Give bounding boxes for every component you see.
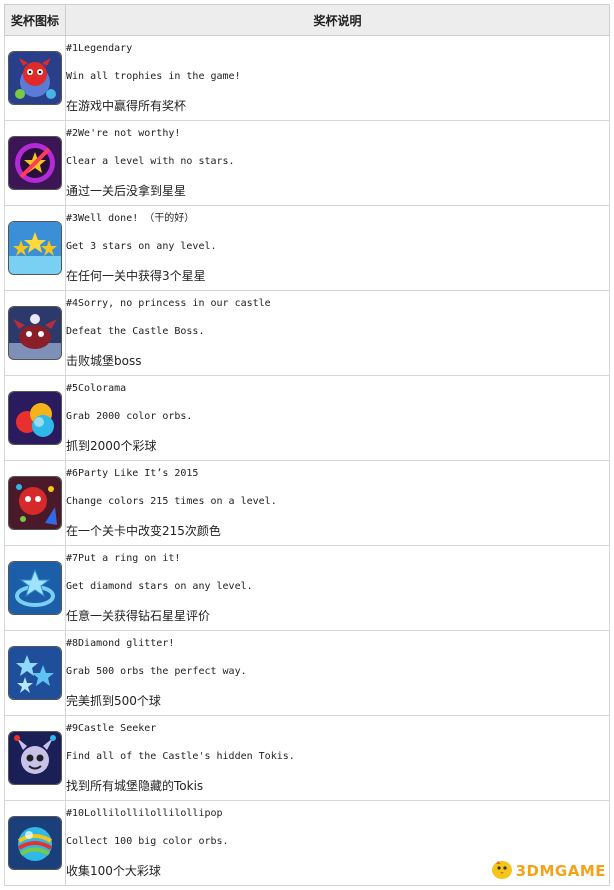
trophy-description-cn: 通过一关后没拿到星星 <box>66 184 187 198</box>
table-row: #6Party Like It’s 2015 Change colors 215… <box>4 460 610 546</box>
trophy-table: 奖杯图标 奖杯说明 #1Legendary Win all trophies i… <box>4 4 610 886</box>
trophy-desc-cell: #1Legendary Win all trophies in the game… <box>65 35 610 121</box>
trophy-title: #7Put a ring on it! <box>66 553 181 564</box>
trophy-description-cn: 在游戏中赢得所有奖杯 <box>66 99 187 113</box>
trophy-icon-cell <box>4 545 66 631</box>
trophy-desc-cell: #7Put a ring on it! Get diamond stars on… <box>65 545 610 631</box>
table-row: #9Castle Seeker Find all of the Castle's… <box>4 715 610 801</box>
three-stars-icon <box>8 221 62 275</box>
trophy-description-en: Defeat the Castle Boss. <box>66 326 205 337</box>
trophy-icon-cell <box>4 35 66 121</box>
trophy-title: #5Colorama <box>66 383 127 394</box>
table-row: #7Put a ring on it! Get diamond stars on… <box>4 545 610 631</box>
trophy-icon-cell <box>4 460 66 546</box>
no-star-icon <box>8 136 62 190</box>
trophy-title: #6Party Like It’s 2015 <box>66 468 199 479</box>
diamond-ring-icon <box>8 561 62 615</box>
table-row: #8Diamond glitter! Grab 500 orbs the per… <box>4 630 610 716</box>
party-icon <box>8 476 62 530</box>
trophy-title: #4Sorry, no princess in our castle <box>66 298 271 309</box>
trophy-desc-cell: #5Colorama Grab 2000 color orbs. 抓到2000个… <box>65 375 610 461</box>
trophy-description-cn: 在一个关卡中改变215次颜色 <box>66 524 221 538</box>
trophy-title: #9Castle Seeker <box>66 723 157 734</box>
trophy-description-en: Collect 100 big color orbs. <box>66 836 229 847</box>
trophy-desc-cell: #6Party Like It’s 2015 Change colors 215… <box>65 460 610 546</box>
castle-boss-icon <box>8 306 62 360</box>
trophy-icon-cell <box>4 715 66 801</box>
toki-creature-icon <box>8 731 62 785</box>
table-row: #4Sorry, no princess in our castle Defea… <box>4 290 610 376</box>
trophy-icon-cell <box>4 630 66 716</box>
watermark: 3DMGAME <box>490 858 606 884</box>
trophy-description-en: Get 3 stars on any level. <box>66 241 217 252</box>
trophy-title: #3Well done! （干的好） <box>66 213 195 224</box>
trophy-description-cn: 抓到2000个彩球 <box>66 439 157 453</box>
trophy-description-cn: 完美抓到500个球 <box>66 694 161 708</box>
trophy-desc-cell: #2We're not worthy! Clear a level with n… <box>65 120 610 206</box>
table-row: #1Legendary Win all trophies in the game… <box>4 35 610 121</box>
table-row: #3Well done! （干的好） Get 3 stars on any le… <box>4 205 610 291</box>
header-desc-column: 奖杯说明 <box>65 4 610 36</box>
trophy-description-cn: 任意一关获得钻石星星评价 <box>66 609 211 623</box>
watermark-text: 3DMGAME <box>515 862 606 880</box>
trophy-title: #2We're not worthy! <box>66 128 181 139</box>
big-orb-icon <box>8 816 62 870</box>
trophy-icon-cell <box>4 205 66 291</box>
trophy-description-en: Clear a level with no stars. <box>66 156 235 167</box>
trophy-description-cn: 找到所有城堡隐藏的Tokis <box>66 779 204 793</box>
trophy-icon-cell <box>4 800 66 886</box>
trophy-description-cn: 击败城堡boss <box>66 354 142 368</box>
table-header-row: 奖杯图标 奖杯说明 <box>4 4 610 36</box>
trophy-desc-cell: #3Well done! （干的好） Get 3 stars on any le… <box>65 205 610 291</box>
trophy-title: #1Legendary <box>66 43 133 54</box>
trophy-desc-cell: #9Castle Seeker Find all of the Castle's… <box>65 715 610 801</box>
trophy-description-en: Grab 500 orbs the perfect way. <box>66 666 247 677</box>
trophy-title: #10Lollilollilollilollipop <box>66 808 223 819</box>
red-creature-icon <box>8 51 62 105</box>
trophy-icon-cell <box>4 375 66 461</box>
table-row: #5Colorama Grab 2000 color orbs. 抓到2000个… <box>4 375 610 461</box>
trophy-desc-cell: #4Sorry, no princess in our castle Defea… <box>65 290 610 376</box>
trophy-icon-cell <box>4 120 66 206</box>
color-orbs-icon <box>8 391 62 445</box>
table-row: #2We're not worthy! Clear a level with n… <box>4 120 610 206</box>
chick-mascot-icon <box>490 858 514 884</box>
trophy-desc-cell: #8Diamond glitter! Grab 500 orbs the per… <box>65 630 610 716</box>
diamond-stars-icon <box>8 646 62 700</box>
trophy-description-en: Change colors 215 times on a level. <box>66 496 277 507</box>
trophy-description-en: Get diamond stars on any level. <box>66 581 253 592</box>
header-icon-column: 奖杯图标 <box>4 4 66 36</box>
trophy-title: #8Diamond glitter! <box>66 638 175 649</box>
trophy-icon-cell <box>4 290 66 376</box>
trophy-description-en: Grab 2000 color orbs. <box>66 411 193 422</box>
trophy-description-cn: 在任何一关中获得3个星星 <box>66 269 206 283</box>
trophy-description-en: Win all trophies in the game! <box>66 71 241 82</box>
trophy-description-en: Find all of the Castle's hidden Tokis. <box>66 751 295 762</box>
